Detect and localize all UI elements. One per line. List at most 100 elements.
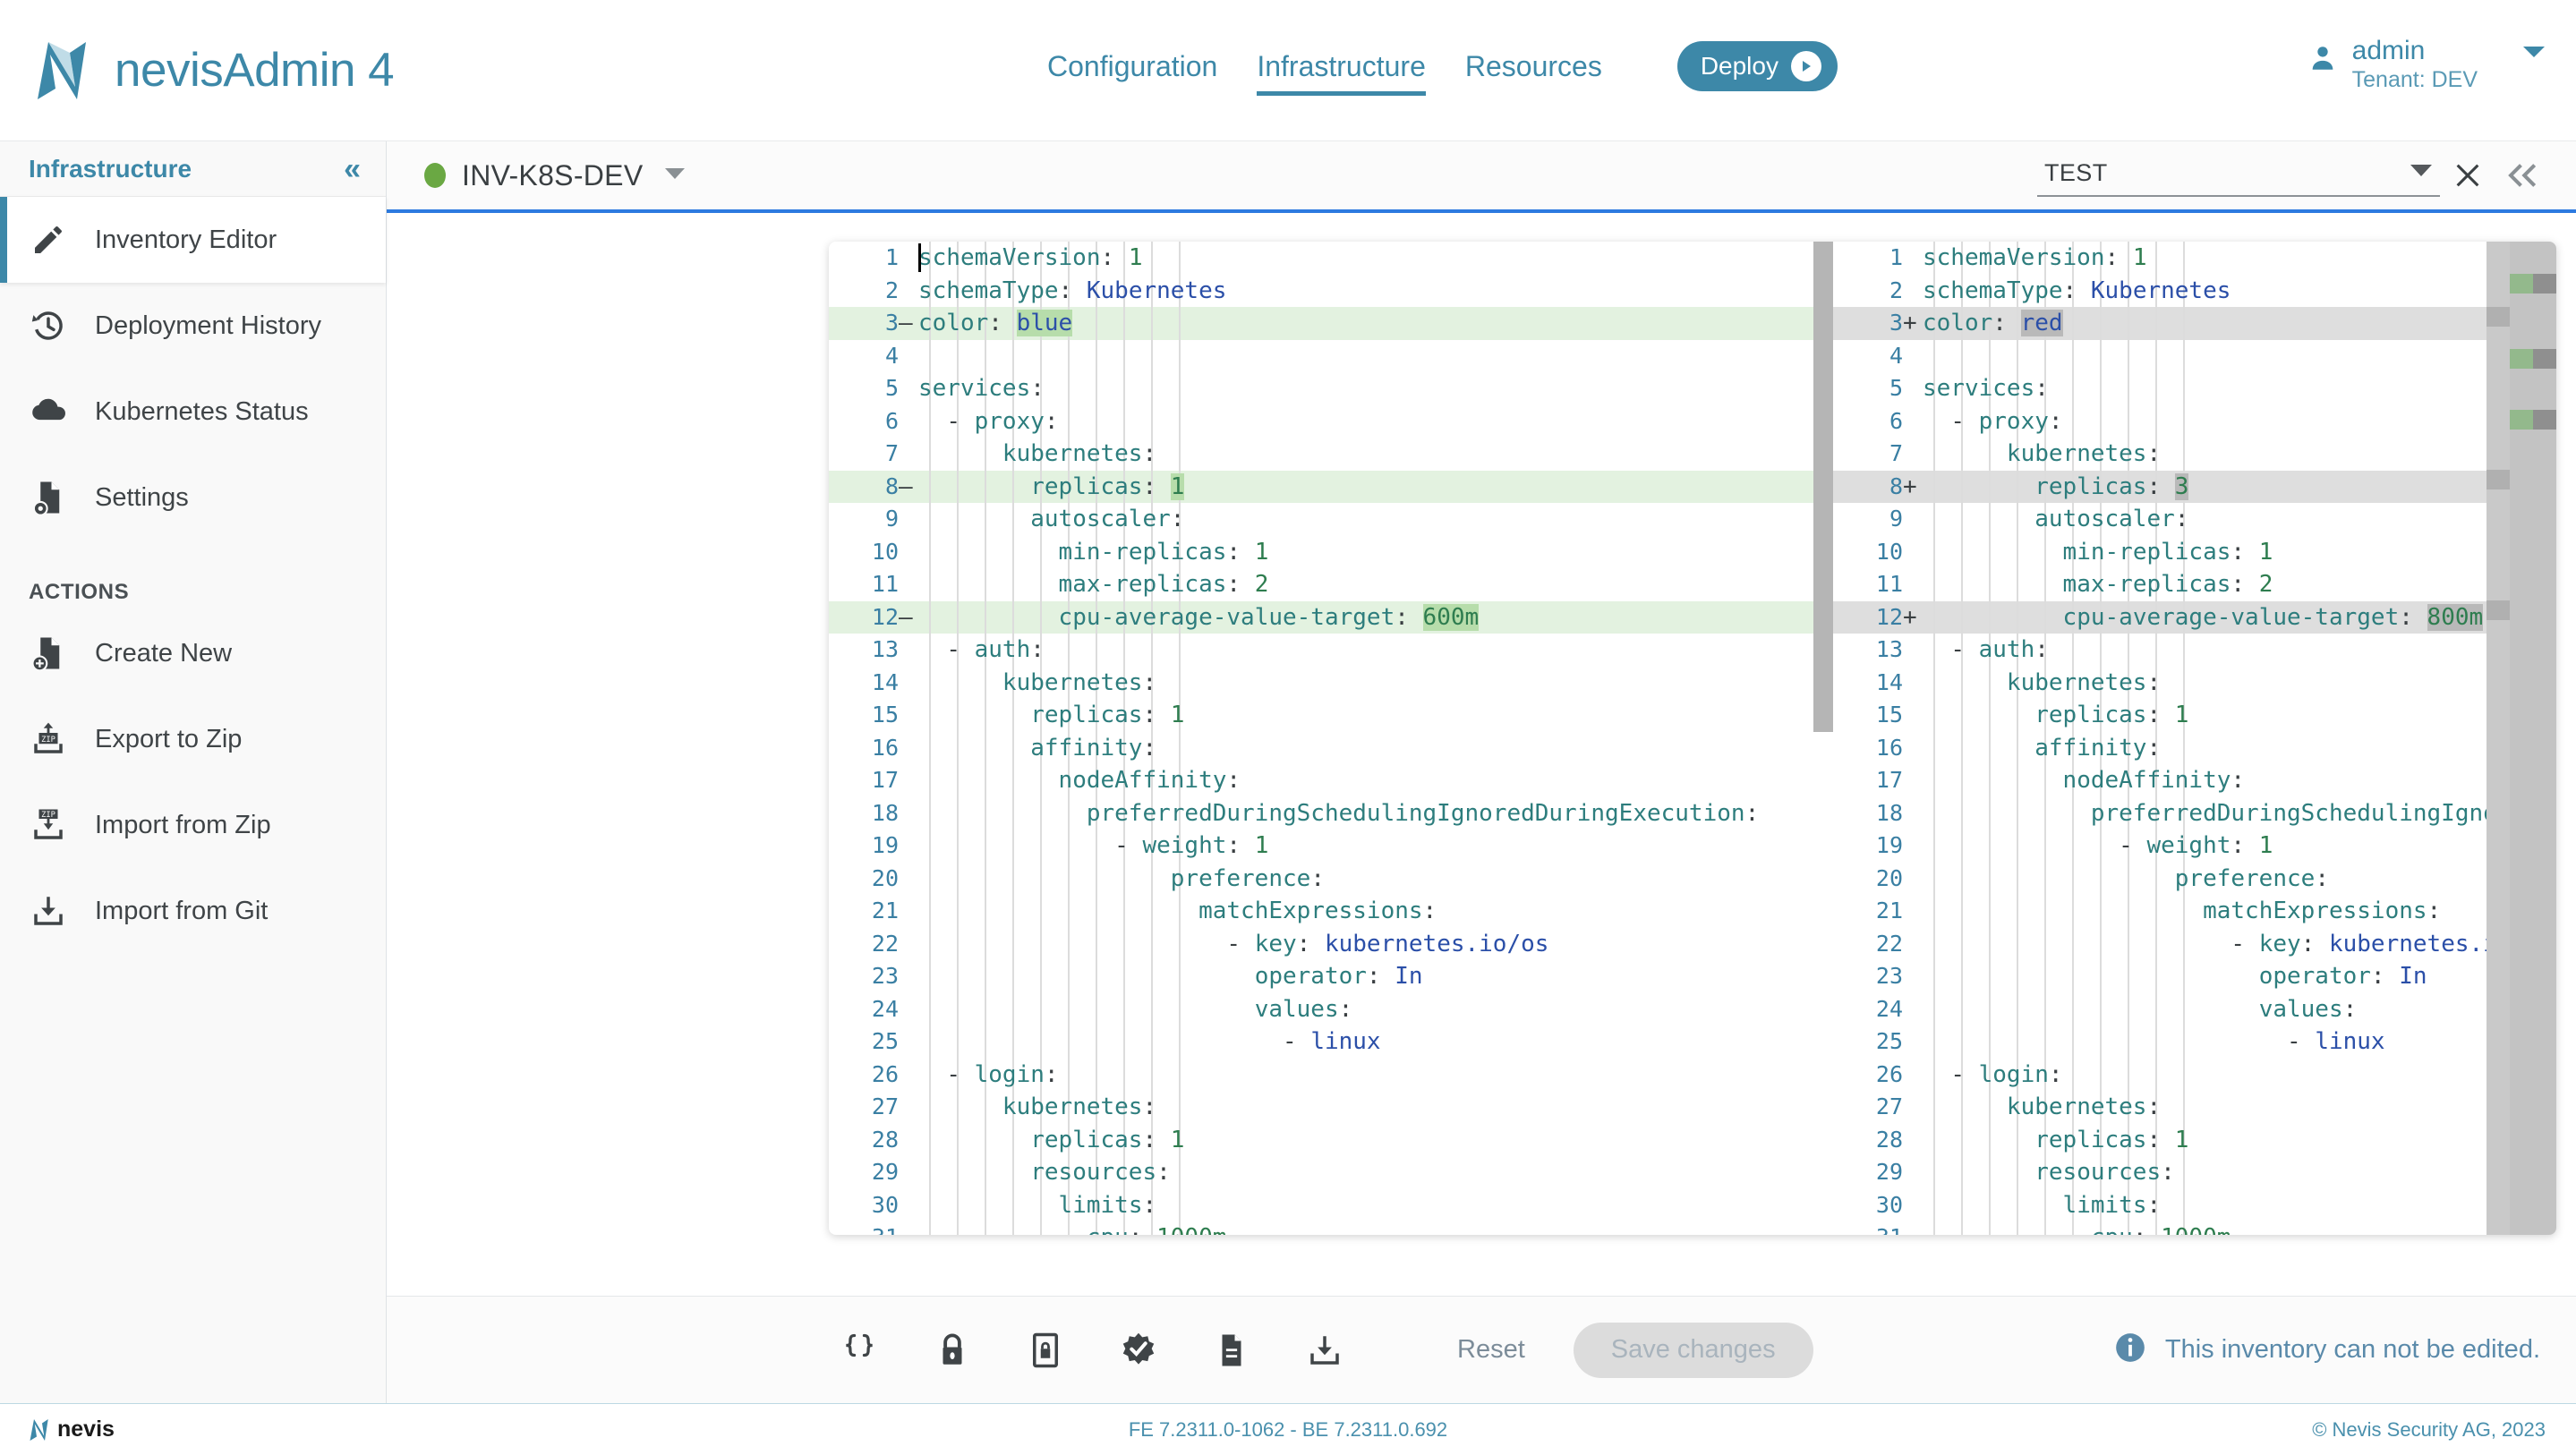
code-line[interactable]: 18 preferredDuringSchedulingIgnoredDurin… (829, 797, 1833, 830)
code-line[interactable]: 2 schemaType: Kubernetes (1833, 275, 2556, 308)
reset-button[interactable]: Reset (1457, 1335, 1525, 1365)
code-line[interactable]: 6 - proxy: (829, 405, 1833, 438)
code-line[interactable]: 21 matchExpressions: (829, 895, 1833, 928)
code-line[interactable]: 11 max-replicas: 2 (829, 568, 1833, 601)
sidebar-item-label: Inventory Editor (95, 225, 277, 254)
deploy-button[interactable]: Deploy (1676, 41, 1838, 91)
code-line[interactable]: 29 resources: (829, 1156, 1833, 1189)
save-changes-button[interactable]: Save changes (1573, 1322, 1813, 1378)
code-line[interactable]: 12 + cpu-average-value-target: 800m (1833, 600, 2556, 634)
sidebar-item-inventory-editor[interactable]: Inventory Editor (0, 197, 386, 283)
code-line[interactable]: 28 replicas: 1 (829, 1124, 1833, 1157)
code-line[interactable]: 30 limits: (1833, 1189, 2556, 1222)
code-line[interactable]: 31 cpu: 1000m (829, 1221, 1833, 1235)
diff-pane-modified[interactable]: 1 schemaVersion: 1 2 schemaType: Kubernetes… (1833, 242, 2556, 1235)
code-line[interactable]: 24 values: (1833, 993, 2556, 1026)
code-line[interactable]: 7 kubernetes: (829, 438, 1833, 471)
chevron-down-icon[interactable] (664, 167, 686, 184)
sidebar-item-settings[interactable]: Settings (0, 455, 386, 540)
code-line[interactable]: 16 affinity: (1833, 732, 2556, 765)
download-icon[interactable] (1300, 1325, 1350, 1375)
code-line[interactable]: 1 schemaVersion: 1 (1833, 242, 2556, 275)
diff-pane-original[interactable]: 1 schemaVersion: 1 2 schemaType: Kubernetes… (829, 242, 1833, 1235)
nav-item-infrastructure[interactable]: Infrastructure (1237, 50, 1446, 96)
sidebar-collapse-icon[interactable]: « (344, 154, 361, 184)
code-line[interactable]: 28 replicas: 1 (1833, 1124, 2556, 1157)
document-lines-icon[interactable] (1207, 1325, 1257, 1375)
sidebar-action-import-from-git[interactable]: Import from Git (0, 868, 386, 954)
code-line[interactable]: 2 schemaType: Kubernetes (829, 275, 1833, 308)
code-line[interactable]: 20 preference: (829, 863, 1833, 896)
document-lock-icon[interactable] (1020, 1325, 1070, 1375)
sidebar-action-create-new[interactable]: Create New (0, 610, 386, 696)
verified-badge-icon[interactable] (1113, 1325, 1164, 1375)
code-line[interactable]: 6 - proxy: (1833, 405, 2556, 438)
code-line[interactable]: 7 kubernetes: (1833, 438, 2556, 471)
code-line[interactable]: 10 min-replicas: 1 (1833, 536, 2556, 569)
code-line[interactable]: 14 kubernetes: (1833, 667, 2556, 700)
pane-scrollbar[interactable] (1813, 242, 1833, 1235)
code-line[interactable]: 11 max-replicas: 2 (1833, 568, 2556, 601)
code-line[interactable]: 30 limits: (829, 1189, 1833, 1222)
code-line[interactable]: 21 matchExpressions: (1833, 895, 2556, 928)
inventory-selector[interactable]: INV-K8S-DEV (424, 159, 686, 192)
code-line[interactable]: 4 (1833, 340, 2556, 373)
code-line[interactable]: 24 values: (829, 993, 1833, 1026)
code-line[interactable]: 9 autoscaler: (829, 503, 1833, 536)
code-line[interactable]: 5 services: (829, 372, 1833, 405)
code-line[interactable]: 18 preferredDuringSchedulingIgnoredDurin… (1833, 797, 2556, 830)
code-line[interactable]: 10 min-replicas: 1 (829, 536, 1833, 569)
nav-item-resources[interactable]: Resources (1446, 50, 1622, 96)
sidebar-item-deployment-history[interactable]: Deployment History (0, 283, 386, 369)
code-line[interactable]: 22 - key: kubernetes.io/os (829, 928, 1833, 961)
scrollbar-thumb[interactable] (1813, 242, 1833, 732)
code-text: cpu: 1000m (1919, 1221, 2231, 1235)
code-line[interactable]: 8– replicas: 1 (829, 470, 1833, 503)
code-line[interactable]: 1 schemaVersion: 1 (829, 242, 1833, 275)
code-line[interactable]: 19 - weight: 1 (829, 830, 1833, 863)
code-line[interactable]: 25 - linux (829, 1025, 1833, 1059)
code-line[interactable]: 25 - linux (1833, 1025, 2556, 1059)
code-line[interactable]: 3 + color: red (1833, 307, 2556, 340)
code-line[interactable]: 13 - auth: (829, 634, 1833, 667)
chevron-down-icon[interactable] (2410, 164, 2433, 182)
code-line[interactable]: 14 kubernetes: (829, 667, 1833, 700)
code-line[interactable]: 17 nodeAffinity: (1833, 764, 2556, 797)
code-line[interactable]: 27 kubernetes: (829, 1091, 1833, 1124)
code-line[interactable]: 23 operator: In (1833, 960, 2556, 993)
code-line[interactable]: 19 - weight: 1 (1833, 830, 2556, 863)
code-line[interactable]: 31 cpu: 1000m (1833, 1221, 2556, 1235)
code-line[interactable]: 9 autoscaler: (1833, 503, 2556, 536)
sidebar-item-kubernetes-status[interactable]: Kubernetes Status (0, 369, 386, 455)
code-line[interactable]: 13 - auth: (1833, 634, 2556, 667)
code-line[interactable]: 20 preference: (1833, 863, 2556, 896)
code-line[interactable]: 16 affinity: (829, 732, 1833, 765)
nav-item-configuration[interactable]: Configuration (1028, 50, 1237, 96)
diff-sign (899, 536, 915, 569)
user-menu[interactable]: admin Tenant: DEV (2307, 36, 2546, 92)
code-line[interactable]: 3– color: blue (829, 307, 1833, 340)
chevron-down-icon[interactable] (2522, 45, 2546, 64)
environment-select[interactable]: TEST (2037, 154, 2440, 197)
code-line[interactable]: 12– cpu-average-value-target: 600m (829, 600, 1833, 634)
code-line[interactable]: 22 - key: kubernetes.io/os (1833, 928, 2556, 961)
code-line[interactable]: 26 - login: (829, 1059, 1833, 1092)
braces-icon[interactable] (834, 1325, 884, 1375)
code-line[interactable]: 8 + replicas: 3 (1833, 470, 2556, 503)
code-line[interactable]: 17 nodeAffinity: (829, 764, 1833, 797)
code-line[interactable]: 23 operator: In (829, 960, 1833, 993)
panel-collapse-icon[interactable] (2495, 148, 2551, 203)
code-line[interactable]: 4 (829, 340, 1833, 373)
close-icon[interactable] (2440, 148, 2495, 203)
sidebar-action-import-from-zip[interactable]: ZIP Import from Zip (0, 782, 386, 868)
code-line[interactable]: 15 replicas: 1 (1833, 699, 2556, 732)
code-line[interactable]: 27 kubernetes: (1833, 1091, 2556, 1124)
code-line[interactable]: 26 - login: (1833, 1059, 2556, 1092)
code-line[interactable]: 29 resources: (1833, 1156, 2556, 1189)
sidebar-action-export-to-zip[interactable]: ZIP Export to Zip (0, 696, 386, 782)
diff-overview-ruler[interactable] (2510, 242, 2556, 1235)
code-line[interactable]: 15 replicas: 1 (829, 699, 1833, 732)
code-line[interactable]: 5 services: (1833, 372, 2556, 405)
diff-editor[interactable]: 1 schemaVersion: 1 2 schemaType: Kubernetes… (829, 242, 2556, 1235)
lock-icon[interactable] (927, 1325, 977, 1375)
